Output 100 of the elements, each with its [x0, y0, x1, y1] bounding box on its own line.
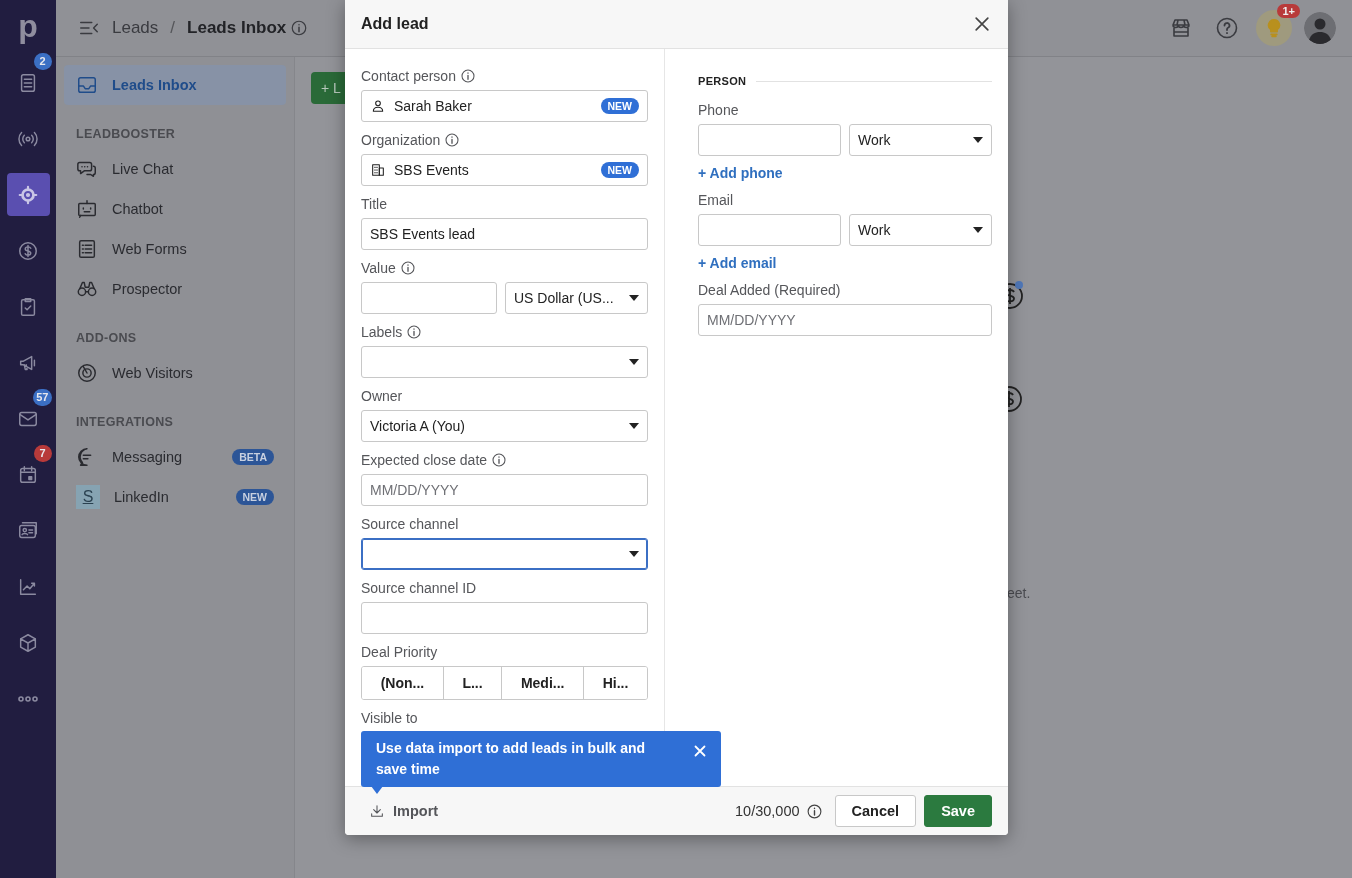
import-button[interactable]: Import [361, 803, 447, 819]
field-label: Organization [361, 132, 441, 148]
section-heading: INTEGRATIONS [75, 415, 175, 429]
info-icon [805, 802, 823, 820]
close-button[interactable] [972, 14, 992, 34]
field-value: Work [858, 222, 891, 238]
dollar-icon [1008, 280, 1024, 310]
field-label: Owner [361, 388, 403, 404]
input-field[interactable]: SBS Events lead [361, 218, 648, 250]
tooltip-text: Use data import to add leads in bulk and save time [376, 739, 647, 779]
storefront-icon [1169, 16, 1193, 40]
field-value: SBS Events lead [370, 226, 476, 242]
input-field[interactable]: MM/DD/YYYY [698, 304, 992, 336]
field-value: Work [858, 132, 891, 148]
field-value: Victoria A (You) [370, 418, 465, 434]
robot-icon [76, 198, 98, 220]
inbox-icon [76, 74, 98, 96]
priority-option[interactable]: (Non... [362, 667, 444, 699]
sidebar-item[interactable]: Web Forms [64, 229, 286, 269]
field-label: Source channel ID [361, 580, 477, 596]
feature-tag: BETA [232, 449, 274, 465]
section-heading: LEADBOOSTER [75, 127, 177, 141]
sidebar-item-label: Prospector [112, 281, 183, 297]
rail-button[interactable] [6, 173, 50, 216]
sidebar-item[interactable]: Leads Inbox [64, 65, 286, 105]
caret-icon [629, 295, 639, 301]
select-field[interactable]: Work [849, 124, 992, 156]
select-field[interactable] [361, 346, 648, 378]
breadcrumb-item[interactable]: Leads [112, 18, 159, 38]
sidebar-item[interactable]: S LinkedIn NEW [64, 477, 286, 517]
sidebar-item[interactable]: Web Visitors [64, 353, 286, 393]
app-logo[interactable]: p [18, 6, 38, 50]
field-label: Value [361, 260, 396, 276]
field-label: Labels [361, 324, 403, 340]
field-label: Title [361, 196, 387, 212]
caret-icon [973, 227, 983, 233]
placeholder-text: MM/DD/YYYY [707, 312, 796, 328]
building-icon [370, 162, 386, 178]
sidebar-item-label: Leads Inbox [112, 77, 197, 93]
field-label: Email [698, 192, 733, 208]
sidebar-item-label: Live Chat [112, 161, 174, 177]
field-label: Deal Added (Required) [698, 282, 841, 298]
sidebar-item[interactable]: Live Chat [64, 149, 286, 189]
input-field[interactable] [361, 602, 648, 634]
field-value: US Dollar (US... [514, 290, 614, 306]
count-badge: 57 [33, 389, 52, 406]
select-field[interactable]: Victoria A (You) [361, 410, 648, 442]
target-icon [17, 183, 39, 206]
save-button[interactable]: Save [924, 795, 992, 827]
select-field[interactable] [361, 538, 648, 570]
sidebar-item[interactable]: Messaging BETA [64, 437, 286, 477]
autocomplete-field[interactable]: Sarah Baker NEW [361, 90, 648, 122]
sidebar-item-label: LinkedIn [114, 489, 169, 505]
feature-tag: NEW [235, 489, 274, 505]
select-field[interactable]: Work [849, 214, 992, 246]
input-field[interactable]: MM/DD/YYYY [361, 474, 648, 506]
autocomplete-field[interactable]: SBS Events NEW [361, 154, 648, 186]
input-field[interactable] [361, 282, 497, 314]
sidebar-item-label: Web Visitors [112, 365, 193, 381]
select-field[interactable]: US Dollar (US... [505, 282, 648, 314]
new-tag: NEW [600, 98, 639, 114]
radar-icon [76, 362, 98, 384]
input-field[interactable] [698, 214, 841, 246]
sidebar-item[interactable]: Chatbot [64, 189, 286, 229]
add-link[interactable]: + Add email [698, 255, 777, 271]
field-label: Contact person [361, 68, 456, 84]
calendar-icon [17, 463, 39, 486]
download-icon [369, 803, 385, 819]
field-label: Expected close date [361, 452, 488, 468]
sidebar-item[interactable]: Prospector [64, 269, 286, 309]
add-link[interactable]: + Add phone [698, 165, 783, 181]
help-icon [1215, 16, 1239, 40]
dollar-icon [17, 239, 39, 262]
avatar[interactable] [1304, 12, 1336, 44]
dollar-icon [1008, 385, 1022, 413]
more-icon [18, 695, 38, 702]
field-label: Visible to [361, 710, 418, 726]
count-badge: 1+ [1277, 4, 1300, 18]
placeholder-text: MM/DD/YYYY [370, 482, 459, 498]
cancel-button[interactable]: Cancel [834, 795, 917, 827]
close-icon [972, 14, 992, 34]
caret-icon [629, 423, 639, 429]
caret-icon [629, 359, 639, 365]
info-icon [491, 452, 508, 468]
caret-icon [973, 137, 983, 143]
info-icon [406, 324, 423, 340]
body-text: eet. [1007, 585, 1031, 601]
field-label: Deal Priority [361, 644, 438, 660]
info-icon [444, 132, 461, 148]
breadcrumb-item: Leads Inbox [187, 18, 287, 38]
info-icon [459, 68, 476, 84]
field-label: Phone [698, 102, 739, 118]
dialog-title: Add lead [361, 15, 429, 33]
app-logo-icon: S [76, 485, 100, 509]
sidebar-item-label: Web Forms [112, 241, 187, 257]
section-heading: ADD-ONS [75, 331, 138, 345]
sidebar-item-label: Chatbot [112, 201, 163, 217]
new-tag: NEW [600, 162, 639, 178]
input-field[interactable] [698, 124, 841, 156]
person-icon [370, 98, 386, 114]
